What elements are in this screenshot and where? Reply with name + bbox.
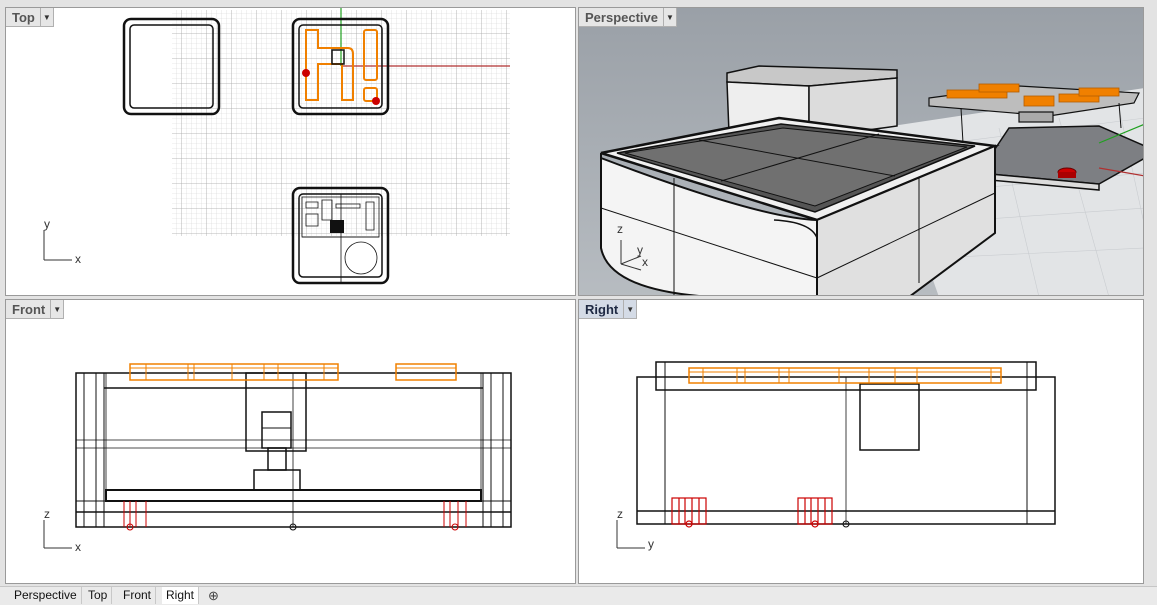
- axis-indicator: [43, 520, 72, 549]
- right-viewport[interactable]: z y Right ▼: [578, 299, 1144, 584]
- axis-label-x: x: [75, 540, 81, 554]
- viewport-title-label: Front: [12, 301, 46, 317]
- axis-label-y: y: [44, 217, 50, 231]
- chip-component: [330, 220, 344, 233]
- front-view-canvas[interactable]: z x: [6, 300, 576, 584]
- viewport-title-label: Right: [585, 301, 619, 317]
- perspective-viewport[interactable]: z y x Perspective ▼: [578, 7, 1144, 296]
- viewport-tab-bar: Perspective Top Front Right ⊕: [0, 586, 1157, 605]
- top-view-canvas[interactable]: y x: [6, 8, 576, 296]
- chevron-down-icon[interactable]: ▼: [663, 8, 676, 26]
- perspective-view-canvas[interactable]: z y x: [579, 8, 1144, 296]
- red-marker: [372, 97, 380, 105]
- tab-right[interactable]: Right: [162, 587, 200, 604]
- front-red-pins: [123, 501, 467, 531]
- right-outline: [636, 361, 1056, 525]
- axis-label-z: z: [44, 507, 50, 521]
- right-orange-curves: [688, 367, 1002, 384]
- front-outline: [75, 372, 512, 528]
- viewport-title-top[interactable]: Top ▼: [6, 8, 54, 27]
- red-marker: [302, 69, 310, 77]
- main-box: [600, 116, 1000, 295]
- viewport-title-front[interactable]: Front ▼: [6, 300, 65, 319]
- tab-top[interactable]: Top: [84, 587, 113, 604]
- axis-label-z: z: [617, 507, 623, 521]
- front-viewport[interactable]: z x Front ▼: [5, 299, 576, 584]
- viewport-title-perspective[interactable]: Perspective ▼: [579, 8, 677, 27]
- chevron-down-icon[interactable]: ▼: [623, 300, 636, 318]
- viewport-title-label: Perspective: [585, 9, 658, 25]
- viewport-title-label: Top: [12, 9, 35, 25]
- red-marker: [1058, 172, 1076, 178]
- right-red-pins: [671, 497, 833, 528]
- viewport-title-right[interactable]: Right ▼: [579, 300, 638, 319]
- chevron-down-icon[interactable]: ▼: [39, 8, 53, 26]
- right-view-canvas[interactable]: z y: [579, 300, 1144, 584]
- axis-label-x: x: [642, 255, 648, 269]
- axis-label-x: x: [75, 252, 81, 266]
- tab-perspective[interactable]: Perspective: [10, 587, 82, 604]
- tab-front[interactable]: Front: [119, 587, 157, 604]
- chevron-down-icon[interactable]: ▼: [50, 300, 63, 318]
- axis-label-z: z: [617, 222, 623, 236]
- plus-icon[interactable]: ⊕: [206, 588, 221, 603]
- axis-indicator: [43, 230, 72, 261]
- axis-label-y: y: [648, 537, 654, 551]
- top-viewport[interactable]: y x Top ▼: [5, 7, 576, 296]
